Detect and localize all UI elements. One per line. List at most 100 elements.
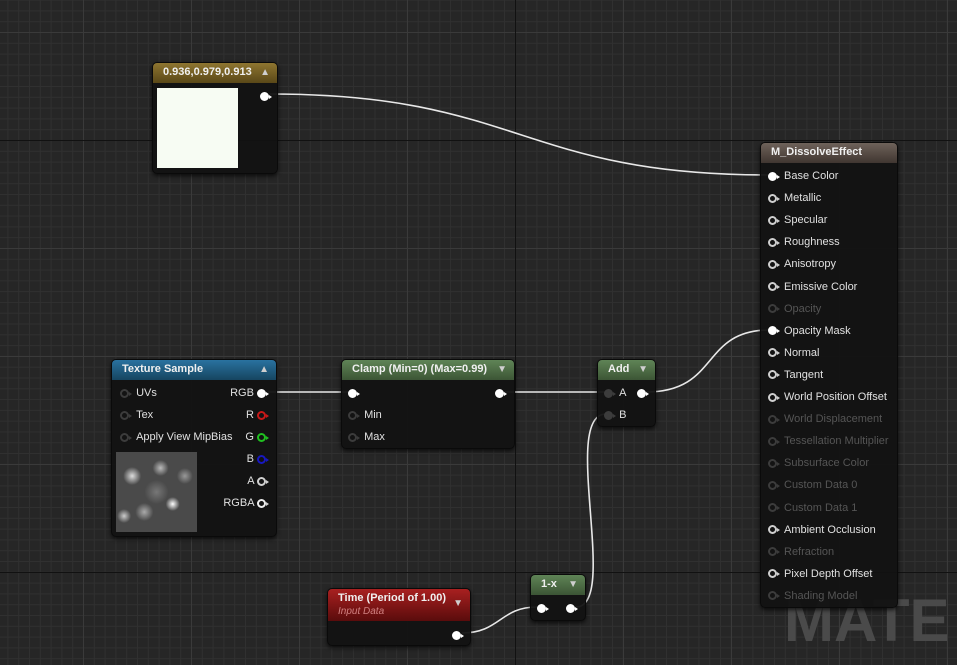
input-pin[interactable] <box>768 480 780 490</box>
pin-label: Subsurface Color <box>784 457 869 470</box>
pin-label: Pixel Depth Offset <box>784 567 873 580</box>
output-pin[interactable] <box>452 630 464 640</box>
node-header[interactable]: Texture Sample ▲ <box>112 360 276 380</box>
output-pin[interactable] <box>260 91 272 101</box>
pin-label: RGB <box>230 387 254 399</box>
collapse-arrow-icon[interactable]: ▲ <box>260 67 270 78</box>
result-pin-row[interactable]: Metallic <box>768 191 821 205</box>
input-pin[interactable] <box>348 388 360 398</box>
result-pin-row[interactable]: Pixel Depth Offset <box>768 567 872 581</box>
result-pin-row[interactable]: Custom Data 1 <box>768 501 857 515</box>
node-header[interactable]: 1-x ▼ <box>531 575 585 595</box>
result-pin-row[interactable]: Emissive Color <box>768 280 857 294</box>
texture-sample-node[interactable]: Texture Sample ▲ UVs Tex Apply View MipBi… <box>111 359 277 537</box>
input-pin[interactable] <box>768 370 780 380</box>
input-pin[interactable] <box>768 237 780 247</box>
result-pin-row[interactable]: Ambient Occlusion <box>768 523 876 537</box>
input-pin[interactable] <box>768 525 780 535</box>
min-input-pin[interactable] <box>348 410 360 420</box>
a-output-pin[interactable] <box>257 476 269 486</box>
result-pin-row[interactable]: Opacity Mask <box>768 324 851 338</box>
result-pin-row[interactable]: Subsurface Color <box>768 456 869 470</box>
rgba-output-pin[interactable] <box>257 498 269 508</box>
node-subtitle: Input Data <box>338 606 385 617</box>
input-pin[interactable] <box>768 193 780 203</box>
result-pin-row[interactable]: Shading Model <box>768 589 857 603</box>
node-title: M_DissolveEffect <box>771 146 863 158</box>
mipbias-input-pin[interactable] <box>120 432 132 442</box>
collapse-arrow-icon[interactable]: ▼ <box>453 598 463 609</box>
input-pin[interactable] <box>768 259 780 269</box>
collapse-arrow-icon[interactable]: ▲ <box>259 364 269 375</box>
input-pin[interactable] <box>768 326 780 336</box>
uvs-input-pin[interactable] <box>120 388 132 398</box>
clamp-node[interactable]: Clamp (Min=0) (Max=0.99) ▼ Min Max <box>341 359 515 449</box>
tex-input-pin[interactable] <box>120 410 132 420</box>
output-pin[interactable] <box>495 388 507 398</box>
node-header[interactable]: Add ▼ <box>598 360 655 380</box>
pin-label: Tex <box>136 409 154 421</box>
pin-label: Custom Data 1 <box>784 501 858 514</box>
max-input-pin[interactable] <box>348 432 360 442</box>
result-pin-row[interactable]: Tessellation Multiplier <box>768 434 889 448</box>
node-title: Texture Sample <box>122 363 204 375</box>
node-title: Time (Period of 1.00) <box>338 592 446 604</box>
input-pin[interactable] <box>768 304 780 314</box>
collapse-arrow-icon[interactable]: ▼ <box>638 364 648 375</box>
result-pin-row[interactable]: Anisotropy <box>768 257 836 271</box>
pin-label: Emissive Color <box>784 280 858 293</box>
node-header[interactable]: Clamp (Min=0) (Max=0.99) ▼ <box>342 360 514 380</box>
input-pin[interactable] <box>768 348 780 358</box>
node-header[interactable]: M_DissolveEffect <box>761 143 897 163</box>
result-pin-row[interactable]: Opacity <box>768 302 821 316</box>
a-input-pin[interactable] <box>604 388 616 398</box>
texture-preview <box>116 452 197 532</box>
result-pin-row[interactable]: Base Color <box>768 169 838 183</box>
b-input-pin[interactable] <box>604 410 616 420</box>
input-pin[interactable] <box>768 591 780 601</box>
material-result-node[interactable]: M_DissolveEffect Base Color Metallic Specu… <box>760 142 898 608</box>
node-header[interactable]: Time (Period of 1.00) ▼ Input Data <box>328 589 470 621</box>
result-pin-row[interactable]: World Position Offset <box>768 390 887 404</box>
result-pin-row[interactable]: Custom Data 0 <box>768 478 857 492</box>
one-minus-node[interactable]: 1-x ▼ <box>530 574 586 621</box>
output-pin[interactable] <box>566 603 578 613</box>
input-pin[interactable] <box>768 171 780 181</box>
node-title: 0.936,0.979,0.913 <box>163 66 252 78</box>
input-pin[interactable] <box>768 282 780 292</box>
input-pin[interactable] <box>537 603 549 613</box>
rgb-output-pin[interactable] <box>257 388 269 398</box>
result-pin-row[interactable]: Tangent <box>768 368 823 382</box>
constant3-node[interactable]: 0.936,0.979,0.913 ▲ <box>152 62 278 174</box>
node-header[interactable]: 0.936,0.979,0.913 ▲ <box>153 63 277 83</box>
result-pin-row[interactable]: Refraction <box>768 545 834 559</box>
input-pin[interactable] <box>768 458 780 468</box>
output-pin[interactable] <box>637 388 649 398</box>
input-pin[interactable] <box>768 215 780 225</box>
r-output-pin[interactable] <box>257 410 269 420</box>
pin-label: Ambient Occlusion <box>784 523 876 536</box>
pin-label: World Displacement <box>784 413 883 426</box>
pin-label: Roughness <box>784 236 840 249</box>
color-swatch <box>157 88 238 168</box>
grid-major-line <box>515 0 516 665</box>
b-output-pin[interactable] <box>257 454 269 464</box>
input-pin[interactable] <box>768 547 780 557</box>
input-pin[interactable] <box>768 503 780 513</box>
pin-label: Shading Model <box>784 589 858 602</box>
input-pin[interactable] <box>768 392 780 402</box>
collapse-arrow-icon[interactable]: ▼ <box>497 364 507 375</box>
result-pin-row[interactable]: Specular <box>768 213 827 227</box>
input-pin[interactable] <box>768 436 780 446</box>
pin-label: World Position Offset <box>784 391 887 403</box>
time-node[interactable]: Time (Period of 1.00) ▼ Input Data <box>327 588 471 646</box>
input-pin[interactable] <box>768 569 780 579</box>
collapse-arrow-icon[interactable]: ▼ <box>568 579 578 590</box>
pin-label: Refraction <box>784 545 835 558</box>
add-node[interactable]: Add ▼ A B <box>597 359 656 427</box>
g-output-pin[interactable] <box>257 432 269 442</box>
input-pin[interactable] <box>768 414 780 424</box>
result-pin-row[interactable]: Roughness <box>768 235 840 249</box>
result-pin-row[interactable]: Normal <box>768 346 819 360</box>
result-pin-row[interactable]: World Displacement <box>768 412 882 426</box>
